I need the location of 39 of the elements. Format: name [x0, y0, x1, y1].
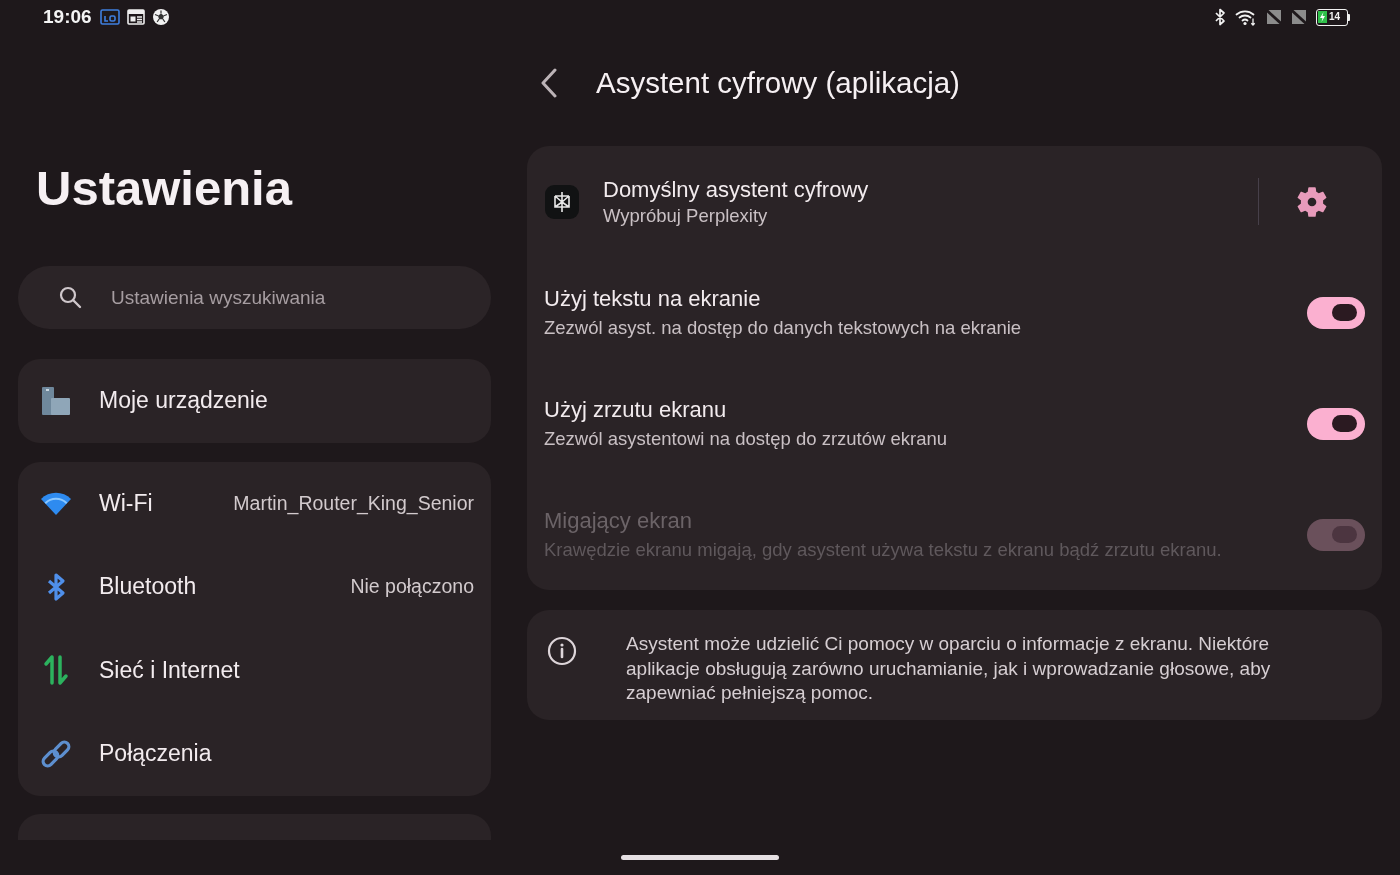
wifi-icon	[40, 490, 72, 517]
bluetooth-icon	[1214, 8, 1226, 26]
soccer-ball-icon	[151, 8, 170, 26]
clock-time: 19:06	[43, 6, 92, 28]
no-signal-icon	[1291, 9, 1307, 25]
setting-title[interactable]: Użyj zrzutu ekranu	[544, 395, 1287, 424]
setting-title[interactable]: Użyj tekstu na ekranie	[544, 284, 1287, 313]
wifi-icon	[1235, 8, 1257, 26]
up-down-arrows-icon	[42, 654, 70, 687]
sidebar-item[interactable]: Sieć i Internet	[99, 656, 240, 684]
sidebar-item[interactable]: Wi-Fi	[99, 489, 153, 517]
info-icon	[547, 636, 577, 666]
sidebar-item[interactable]: Połączenia	[99, 740, 212, 768]
search-icon	[58, 285, 82, 309]
newspaper-icon	[126, 9, 145, 25]
toggle-switch[interactable]	[1307, 296, 1365, 329]
sidebar-title: Ustawienia	[36, 160, 294, 217]
item-status-text: Martin_Router_King_Senior	[233, 491, 474, 515]
app-icon	[545, 184, 579, 219]
navigation-handle[interactable]	[621, 855, 779, 860]
screen-icon	[99, 9, 120, 25]
charging-bolt-icon	[1318, 11, 1327, 23]
battery-percent-text: 14	[1329, 11, 1341, 23]
setting-description: Wypróbuj Perplexity	[603, 204, 769, 228]
item-status-text: Nie połączono	[350, 575, 474, 599]
sidebar-item[interactable]: Moje urządzenie	[99, 387, 268, 415]
setting-description: Zezwól asyst. na dostęp do danych tekstowych na ekranie	[544, 316, 1023, 340]
setting-description: Zezwól asystentowi na dostęp do zrzutów ekranu	[544, 427, 949, 451]
info-text: Asystent może udzielić Ci pomocy w oparciu o informacje z ekranu. Niektóre aplikacje obsługują zarówno uruchamianie, jak i wprowadzanie głosowe, aby zapewniać pełniejszą pomoc.	[626, 632, 1272, 705]
sidebar-item[interactable]: Bluetooth	[99, 573, 197, 601]
search-field[interactable]: Ustawienia wyszukiwania	[18, 266, 491, 329]
back-icon[interactable]	[540, 68, 558, 98]
toggle-switch[interactable]	[1307, 407, 1365, 440]
no-signal-icon	[1266, 9, 1282, 25]
settings-icon[interactable]	[1297, 186, 1327, 217]
setting-title[interactable]: Domyślny asystent cyfrowy	[603, 175, 1234, 204]
device-icon	[40, 384, 72, 417]
bluetooth-icon	[45, 571, 67, 602]
page-title: Asystent cyfrowy (aplikacja)	[596, 66, 960, 100]
